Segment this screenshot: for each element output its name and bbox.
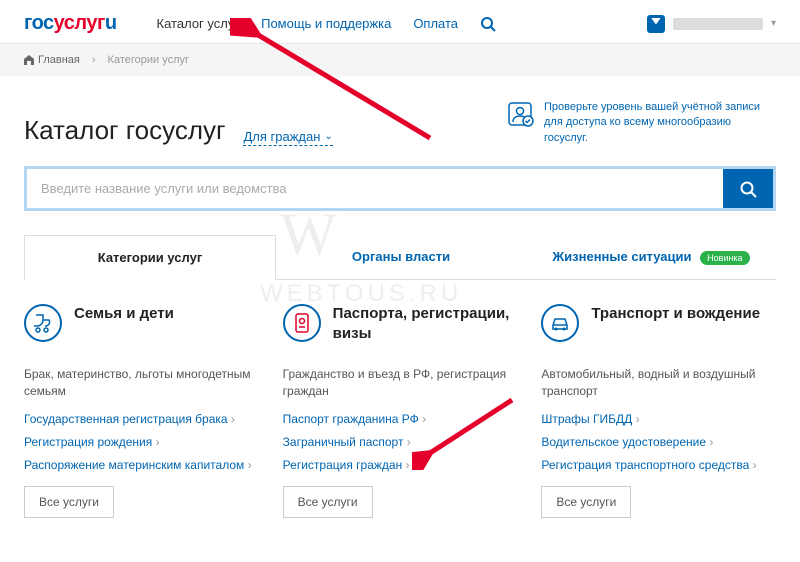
all-services-button[interactable]: Все услуги [24, 486, 114, 518]
search-input[interactable] [27, 169, 723, 208]
service-link[interactable]: Водительское удостоверение [541, 435, 776, 449]
search-icon [739, 180, 757, 198]
user-menu[interactable]: ▾ [647, 15, 776, 33]
service-link[interactable]: Регистрация рождения [24, 435, 259, 449]
category-desc: Автомобильный, водный и воздушный трансп… [541, 366, 776, 400]
category-columns: Семья и дети Брак, материнство, льготы м… [24, 304, 776, 518]
tab-categories[interactable]: Категории услуг [24, 235, 276, 280]
category-passports: Паспорта, регистрации, визы Гражданство … [283, 304, 518, 518]
search-bar [24, 166, 776, 211]
nav-help[interactable]: Помощь и поддержка [261, 16, 391, 31]
home-icon [24, 55, 34, 65]
category-title: Паспорта, регистрации, визы [333, 304, 518, 343]
breadcrumb-home-label: Главная [38, 54, 80, 66]
verify-banner[interactable]: Проверьте уровень вашей учётной записи д… [506, 100, 776, 146]
service-link[interactable]: Штрафы ГИБДД [541, 412, 776, 426]
category-links: Паспорт гражданина РФ Заграничный паспор… [283, 412, 518, 472]
all-services-button[interactable]: Все услуги [283, 486, 373, 518]
category-transport: Транспорт и вождение Автомобильный, водн… [541, 304, 776, 518]
breadcrumb-current: Категории услуг [108, 54, 189, 66]
logo-part: услуг [54, 12, 105, 34]
passport-icon [283, 304, 321, 342]
page-title: Каталог госуслуг [24, 115, 225, 146]
logo-part: гос [24, 12, 54, 34]
user-name [673, 18, 763, 30]
audience-filter[interactable]: Для граждан ⌄ [243, 129, 332, 146]
breadcrumb: Главная › Категории услуг [0, 44, 800, 76]
tab-label: Жизненные ситуации [552, 249, 691, 264]
category-links: Государственная регистрация брака Регист… [24, 412, 259, 472]
breadcrumb-home[interactable]: Главная [24, 54, 80, 66]
service-link[interactable]: Заграничный паспорт [283, 435, 518, 449]
service-link[interactable]: Регистрация граждан [283, 458, 518, 472]
nav-catalog[interactable]: Каталог услуг [157, 16, 240, 31]
verify-icon [506, 100, 534, 128]
mail-icon [647, 15, 665, 33]
category-family: Семья и дети Брак, материнство, льготы м… [24, 304, 259, 518]
verify-text: Проверьте уровень вашей учётной записи д… [544, 100, 776, 146]
chevron-right-icon: › [92, 54, 96, 66]
car-icon [541, 304, 579, 342]
category-title: Транспорт и вождение [591, 304, 760, 324]
nav-payment[interactable]: Оплата [413, 16, 458, 31]
all-services-button[interactable]: Все услуги [541, 486, 631, 518]
filter-label: Для граждан [243, 129, 320, 144]
logo-part: u [105, 12, 117, 34]
title-row: Каталог госуслуг Для граждан ⌄ Проверьте… [24, 100, 776, 146]
tab-situations[interactable]: Жизненные ситуации Новинка [526, 235, 776, 279]
new-badge: Новинка [700, 251, 749, 265]
tabs: Категории услуг Органы власти Жизненные … [24, 235, 776, 280]
service-link[interactable]: Паспорт гражданина РФ [283, 412, 518, 426]
service-link[interactable]: Регистрация транспортного средства [541, 458, 776, 472]
chevron-down-icon: ⌄ [324, 131, 332, 142]
category-title: Семья и дети [74, 304, 174, 324]
logo[interactable]: госуслугu [24, 12, 117, 35]
chevron-down-icon: ▾ [771, 18, 776, 29]
search-button[interactable] [723, 169, 773, 208]
category-links: Штрафы ГИБДД Водительское удостоверение … [541, 412, 776, 472]
search-icon[interactable] [480, 16, 496, 32]
stroller-icon [24, 304, 62, 342]
category-desc: Брак, материнство, льготы многодетным се… [24, 366, 259, 400]
header: госуслугu Каталог услуг Помощь и поддерж… [0, 0, 800, 44]
service-link[interactable]: Государственная регистрация брака [24, 412, 259, 426]
tab-authorities[interactable]: Органы власти [276, 235, 526, 279]
main-nav: Каталог услуг Помощь и поддержка Оплата [157, 16, 497, 32]
service-link[interactable]: Распоряжение материнским капиталом [24, 458, 259, 472]
main-content: Каталог госуслуг Для граждан ⌄ Проверьте… [0, 76, 800, 542]
category-desc: Гражданство и въезд в РФ, регистрация гр… [283, 366, 518, 400]
